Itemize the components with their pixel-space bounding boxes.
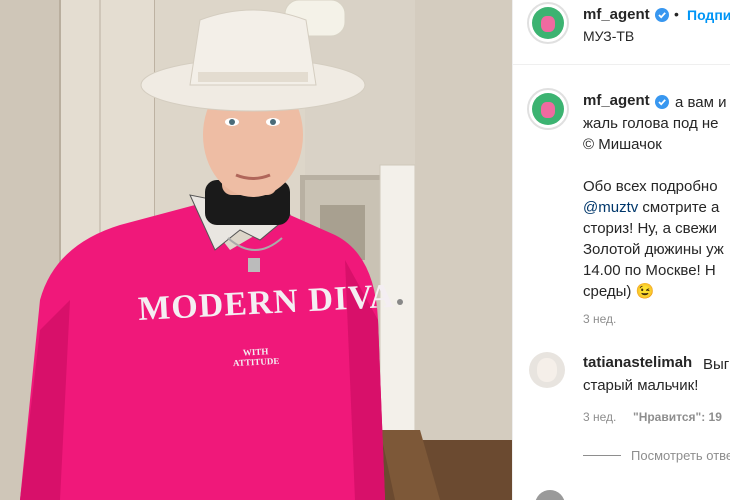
caption-line-1: а вам и [675,94,727,111]
header-avatar[interactable] [527,2,569,44]
mention-link[interactable]: @muztv [583,199,638,216]
header-separator: • [674,6,679,22]
verified-badge-icon [655,8,669,22]
replies-divider [583,455,621,456]
caption-line-8: 14.00 по Москве! Н [583,262,716,279]
photo-illustration [0,0,512,500]
post-side-panel: mf_agent • Подпи МУЗ-ТВ mf_agent а вам и… [512,0,730,500]
caption-line-6: сториз! Ну, а свежи [583,220,718,237]
caption-line-9: среды) 😉 [583,281,654,302]
wink-emoji-icon: 😉 [635,283,655,300]
post-photo[interactable]: MODERN DIVA WITH ATTITUDE [0,0,512,500]
comment-username[interactable]: tatianastelimah [583,354,692,371]
post-header: mf_agent • Подпи МУЗ-ТВ [513,0,730,65]
caption-line-9-text: среды) [583,283,636,300]
view-replies-button[interactable]: Посмотреть отве [631,448,730,463]
caption-line-5-rest: смотрите а [638,199,720,216]
caption-line-5: @muztv смотрите а [583,197,719,218]
next-comment-avatar[interactable] [535,490,565,500]
caption-time[interactable]: 3 нед. [583,312,616,326]
caption-verified-badge-icon [655,95,669,109]
caption-avatar[interactable] [527,88,569,130]
comment-avatar[interactable] [529,352,565,388]
sweatshirt-print: MODERN DIVA WITH ATTITUDE [137,278,395,401]
comment-time[interactable]: 3 нед. [583,410,616,424]
header-location[interactable]: МУЗ-ТВ [583,28,634,44]
header-username[interactable]: mf_agent [583,6,650,23]
follow-button[interactable]: Подпи [687,7,730,23]
caption-line-7: Золотой дюжины уж [583,241,724,258]
caption-line-3: © Мишачок [583,136,662,153]
caption-username[interactable]: mf_agent [583,92,650,109]
comment-likes[interactable]: "Нравится": 19 [633,410,722,424]
caption-line-2: жаль голова под не [583,115,719,132]
comment-text-line-1: Выг [703,356,730,373]
caption-line-4: Обо всех подробно [583,178,718,195]
comment-text-line-2: старый мальчик! [583,377,699,394]
